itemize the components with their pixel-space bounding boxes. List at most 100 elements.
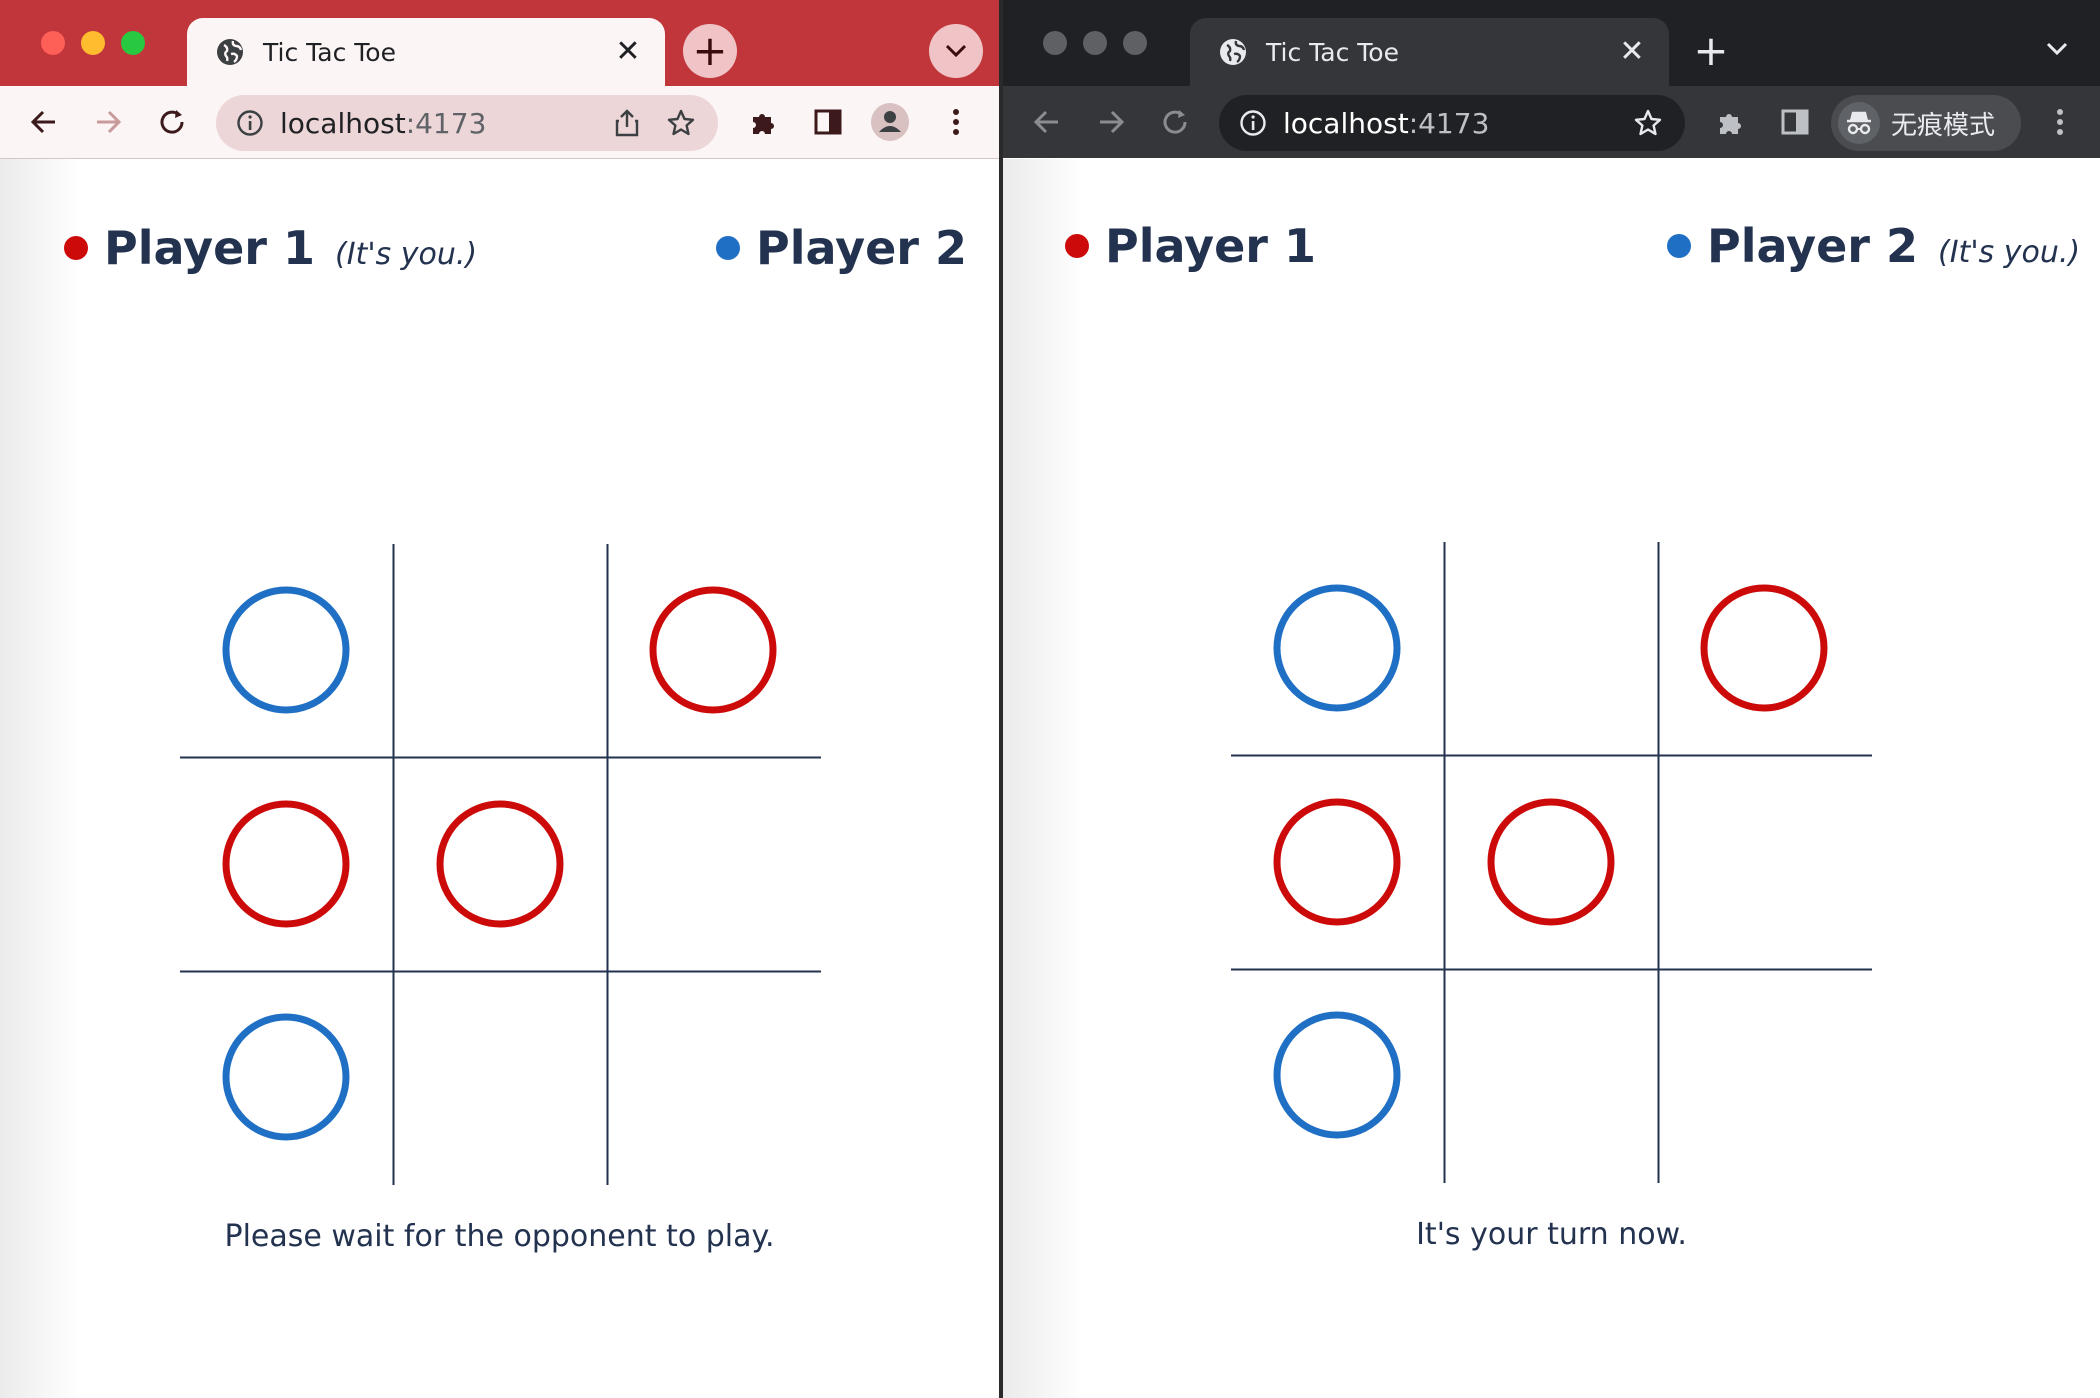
status-message: Please wait for the opponent to play. xyxy=(224,1219,775,1254)
forward-arrow-icon[interactable] xyxy=(1089,100,1133,144)
board-cell[interactable] xyxy=(1445,756,1658,969)
player1-marker xyxy=(436,800,563,927)
player1-label: Player 1 (It's you.) xyxy=(64,221,477,275)
player2-you-note: (It's you.) xyxy=(1938,235,2081,270)
player2-marker xyxy=(222,1013,350,1141)
incognito-profile-button[interactable]: 无痕模式 xyxy=(1831,95,2021,151)
info-icon[interactable] xyxy=(1239,109,1267,137)
minimize-window-button[interactable] xyxy=(1083,31,1107,55)
address-bar[interactable]: localhost:4173 xyxy=(1219,95,1685,151)
toolbar: localhost:4173 xyxy=(0,86,999,159)
player2-marker xyxy=(1273,1011,1401,1139)
incognito-icon xyxy=(1837,101,1881,145)
player1-you-note: (It's you.) xyxy=(335,237,478,272)
close-window-button[interactable] xyxy=(41,31,65,55)
window-shadow xyxy=(1003,159,1083,1398)
share-icon[interactable] xyxy=(614,108,640,138)
puzzle-icon[interactable] xyxy=(742,100,786,144)
board-cell[interactable] xyxy=(1658,969,1871,1182)
side-panel-icon[interactable] xyxy=(1773,100,1817,144)
board-cell[interactable] xyxy=(1445,542,1658,755)
address-bar[interactable]: localhost:4173 xyxy=(216,95,718,151)
tab-strip: Tic Tac Toe ✕ + xyxy=(0,0,999,86)
puzzle-icon[interactable] xyxy=(1709,100,1753,144)
board-cell[interactable] xyxy=(180,758,393,971)
info-icon[interactable] xyxy=(236,109,264,137)
chevron-down-icon xyxy=(945,44,967,58)
maximize-window-button[interactable] xyxy=(1123,31,1147,55)
player1-marker xyxy=(649,586,777,714)
tab-tic-tac-toe[interactable]: Tic Tac Toe ✕ xyxy=(1190,18,1669,86)
maximize-window-button[interactable] xyxy=(121,31,145,55)
board-cell[interactable] xyxy=(1658,542,1871,755)
board-cell[interactable] xyxy=(394,758,607,971)
tab-tic-tac-toe[interactable]: Tic Tac Toe ✕ xyxy=(187,18,665,86)
status-message: It's your turn now. xyxy=(1416,1217,1687,1252)
tab-strip: Tic Tac Toe ✕ + xyxy=(1003,0,2100,86)
player1-name: Player 1 xyxy=(1105,219,1316,273)
player1-label: Player 1 xyxy=(1065,219,1336,273)
url-text: localhost:4173 xyxy=(280,106,487,140)
board-cell[interactable] xyxy=(394,544,607,757)
kebab-menu-icon[interactable] xyxy=(2038,100,2082,144)
player1-marker xyxy=(1700,584,1828,712)
window-shadow xyxy=(0,159,80,1398)
incognito-label: 无痕模式 xyxy=(1891,110,1996,141)
star-icon[interactable] xyxy=(666,108,696,138)
forward-arrow-icon[interactable] xyxy=(86,100,130,144)
board-cell[interactable] xyxy=(180,971,393,1184)
player2-marker xyxy=(222,586,350,714)
close-tab-icon[interactable]: ✕ xyxy=(613,37,643,67)
browser-window-player1: Tic Tac Toe ✕ + localhost:4173 Player 1 … xyxy=(0,0,999,1398)
back-arrow-icon[interactable] xyxy=(1025,100,1069,144)
tab-title: Tic Tac Toe xyxy=(263,37,396,67)
board-cell[interactable] xyxy=(607,758,820,971)
close-window-button[interactable] xyxy=(1043,31,1067,55)
player2-name: Player 2 xyxy=(756,221,967,275)
kebab-menu-icon[interactable] xyxy=(934,100,978,144)
globe-icon xyxy=(215,37,245,67)
chevron-down-icon xyxy=(2046,42,2068,56)
minimize-window-button[interactable] xyxy=(81,31,105,55)
close-tab-icon[interactable]: ✕ xyxy=(1617,37,1647,67)
new-tab-button[interactable]: + xyxy=(683,24,737,78)
board-cell[interactable] xyxy=(1231,969,1444,1182)
game-page: Player 1 Player 2 (It's you.) It's your … xyxy=(1003,159,2100,1398)
star-icon[interactable] xyxy=(1633,108,1663,138)
game-board xyxy=(1231,542,1872,1183)
board-cell[interactable] xyxy=(1658,756,1871,969)
reload-icon[interactable] xyxy=(1153,100,1197,144)
player1-marker xyxy=(1487,798,1614,925)
board-cell[interactable] xyxy=(607,544,820,757)
tab-search-button[interactable] xyxy=(2030,22,2084,76)
toolbar: localhost:4173 无痕模式 xyxy=(1003,86,2100,158)
back-arrow-icon[interactable] xyxy=(22,100,66,144)
game-page: Player 1 (It's you.) Player 2 Please wai… xyxy=(0,159,999,1398)
reload-icon[interactable] xyxy=(150,100,194,144)
player1-color-dot xyxy=(1065,234,1089,258)
tab-search-button[interactable] xyxy=(929,24,983,78)
board-cell[interactable] xyxy=(394,971,607,1184)
player2-color-dot xyxy=(716,236,740,260)
game-board xyxy=(180,544,821,1185)
board-cell[interactable] xyxy=(607,971,820,1184)
player2-color-dot xyxy=(1667,234,1691,258)
tab-title: Tic Tac Toe xyxy=(1266,37,1399,67)
board-cell[interactable] xyxy=(1445,969,1658,1182)
player2-label: Player 2 xyxy=(716,221,987,275)
side-panel-icon[interactable] xyxy=(806,100,850,144)
player1-name: Player 1 xyxy=(104,221,315,275)
player1-color-dot xyxy=(64,236,88,260)
player2-name: Player 2 xyxy=(1707,219,1918,273)
url-text: localhost:4173 xyxy=(1283,106,1490,140)
browser-window-player2-incognito: Tic Tac Toe ✕ + localhost:4173 无痕模式 Play… xyxy=(1003,0,2100,1398)
board-cell[interactable] xyxy=(1231,756,1444,969)
player2-label: Player 2 (It's you.) xyxy=(1667,219,2080,273)
profile-icon[interactable] xyxy=(868,100,912,144)
new-tab-button[interactable]: + xyxy=(1684,24,1738,78)
player2-marker xyxy=(1273,584,1401,712)
globe-icon xyxy=(1218,37,1248,67)
player1-marker xyxy=(222,800,350,927)
board-cell[interactable] xyxy=(1231,542,1444,755)
board-cell[interactable] xyxy=(180,544,393,757)
